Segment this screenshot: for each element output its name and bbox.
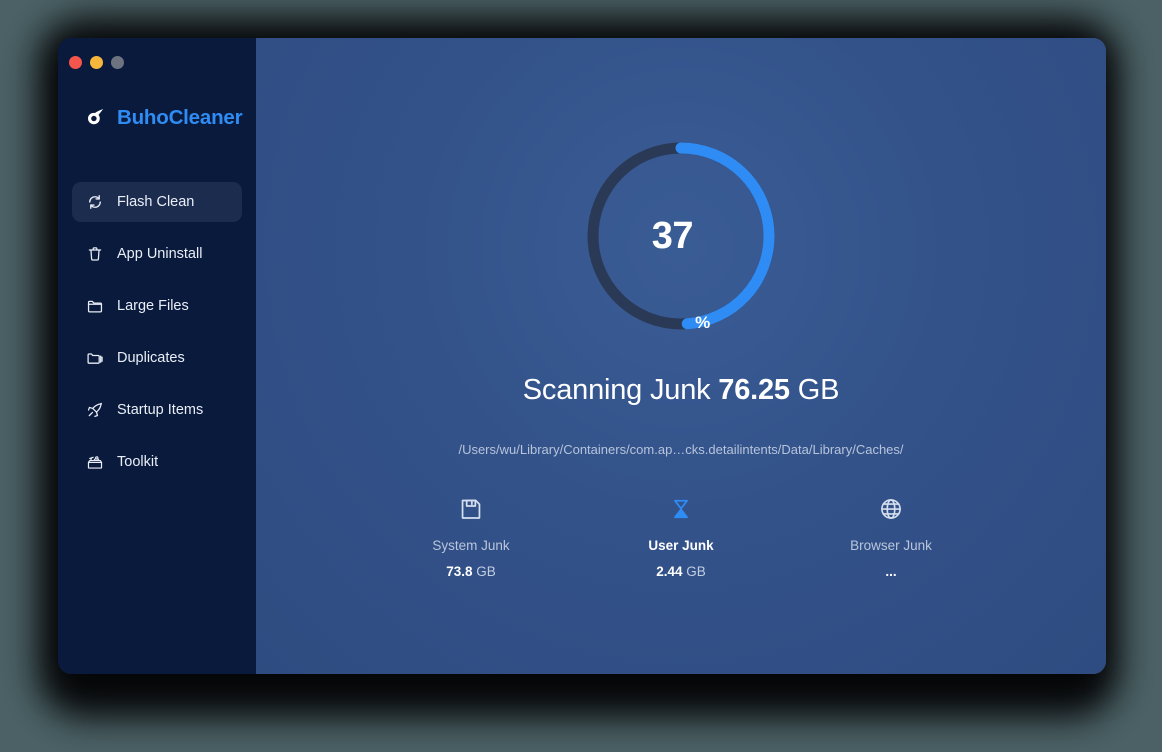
progress-ring-label: 37 % <box>581 136 781 336</box>
scan-headline-unit: GB <box>789 374 840 406</box>
sidebar-item-toolkit[interactable]: Toolkit <box>72 442 242 482</box>
close-button[interactable] <box>69 56 82 69</box>
desktop-background: BuhoCleaner Flash Clean App Uninstall La… <box>0 0 1162 752</box>
sidebar-item-app-uninstall[interactable]: App Uninstall <box>72 234 242 274</box>
brand-name: BuhoCleaner <box>117 106 243 129</box>
scan-headline: Scanning Junk 76.25 GB <box>256 374 1106 407</box>
category-value-number: 73.8 <box>446 564 473 579</box>
sidebar-item-duplicates[interactable]: Duplicates <box>72 338 242 378</box>
app-window: BuhoCleaner Flash Clean App Uninstall La… <box>58 38 1106 674</box>
progress-percent-value: 37 <box>651 215 694 257</box>
rocket-icon <box>87 402 103 418</box>
sidebar-item-label: Toolkit <box>117 454 159 470</box>
category-value-number: 2.44 <box>656 564 683 579</box>
category-value-unit: GB <box>472 564 496 579</box>
toolbox-icon <box>87 456 103 469</box>
hourglass-icon <box>674 499 688 519</box>
category-value-unit: GB <box>682 564 706 579</box>
sidebar-nav: Flash Clean App Uninstall Large Files Du… <box>72 182 242 494</box>
sidebar-item-label: Duplicates <box>117 350 185 366</box>
scan-headline-prefix: Scanning Junk <box>522 374 719 406</box>
refresh-cycle-icon <box>89 195 101 209</box>
sidebar-item-label: Startup Items <box>117 402 204 418</box>
category-value-number: ... <box>885 564 897 579</box>
category-system-junk[interactable]: System Junk 73.8 GB <box>411 494 531 579</box>
progress-percent-symbol: % <box>695 313 711 332</box>
category-icon-wrap <box>831 494 951 524</box>
category-label: System Junk <box>432 538 510 553</box>
maximize-button[interactable] <box>111 56 124 69</box>
sidebar-item-flash-clean[interactable]: Flash Clean <box>72 182 242 222</box>
category-icon-wrap <box>621 494 741 524</box>
globe-icon <box>881 499 901 519</box>
junk-categories: System Junk 73.8 GB User Junk 2.44 GB Br… <box>256 494 1106 579</box>
category-user-junk[interactable]: User Junk 2.44 GB <box>621 494 741 579</box>
scan-current-path: /Users/wu/Library/Containers/com.ap…cks.… <box>458 442 904 457</box>
scan-progress-ring: 37 % <box>581 136 781 336</box>
sidebar-item-large-files[interactable]: Large Files <box>72 286 242 326</box>
main-panel: 37 % Scanning Junk 76.25 GB /Users/wu/Li… <box>256 38 1106 674</box>
minimize-button[interactable] <box>90 56 103 69</box>
category-value: 2.44 GB <box>621 564 741 579</box>
sidebar-item-label: Large Files <box>117 298 189 314</box>
sidebar-item-startup-items[interactable]: Startup Items <box>72 390 242 430</box>
window-controls <box>69 56 124 69</box>
category-value: ... <box>831 564 951 579</box>
scan-headline-size: 76.25 <box>718 374 790 406</box>
category-icon-wrap <box>411 494 531 524</box>
category-label: Browser Junk <box>850 538 932 553</box>
folders-stack-icon <box>87 353 103 364</box>
category-label: User Junk <box>648 538 714 553</box>
category-browser-junk[interactable]: Browser Junk ... <box>831 494 951 579</box>
sidebar-item-label: Flash Clean <box>117 194 195 210</box>
trash-can-icon <box>88 247 102 261</box>
folder-icon <box>87 300 103 313</box>
sidebar-item-label: App Uninstall <box>117 246 203 262</box>
buho-owl-swirl-icon <box>88 109 104 125</box>
brand: BuhoCleaner <box>84 106 243 130</box>
category-value: 73.8 GB <box>411 564 531 579</box>
floppy-disk-icon <box>461 499 481 519</box>
sidebar: BuhoCleaner Flash Clean App Uninstall La… <box>58 38 256 674</box>
